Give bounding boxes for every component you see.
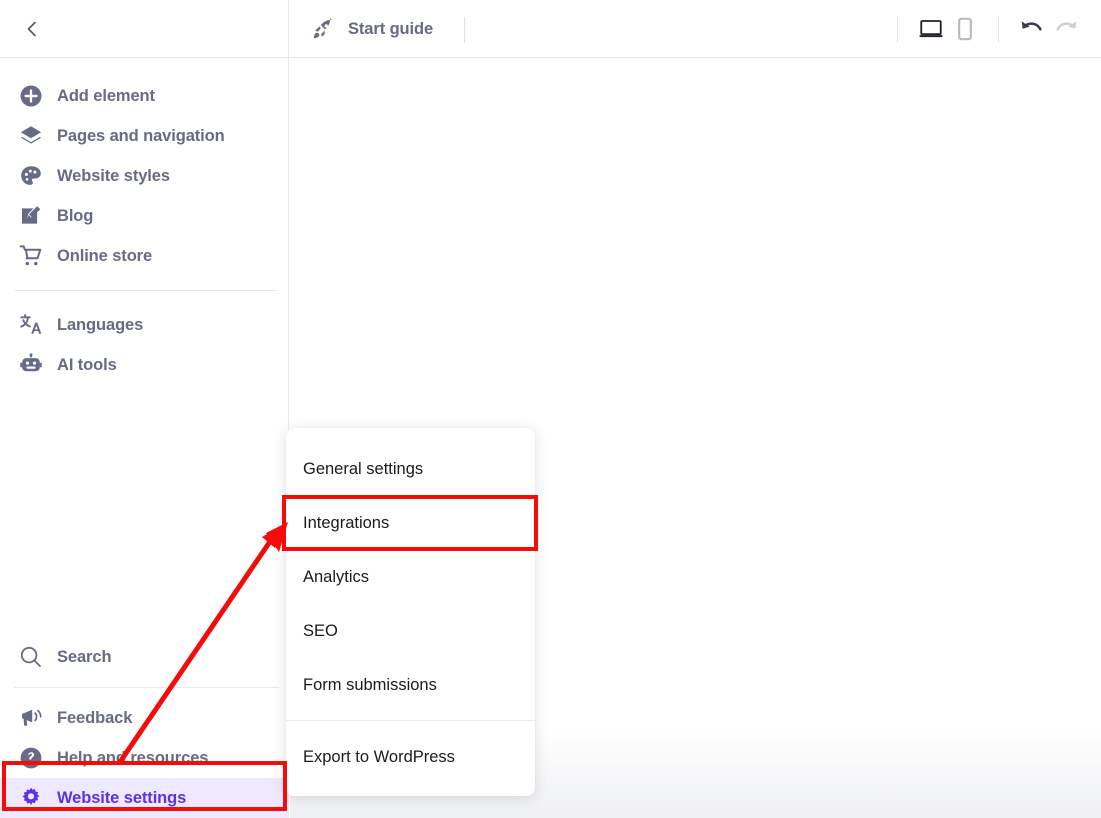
rocket-icon (309, 16, 335, 42)
menu-divider (286, 720, 535, 721)
sidebar-item-label: Help and resources (57, 749, 208, 768)
toolbar-separator (998, 16, 999, 42)
pencil-square-icon (18, 203, 44, 229)
sidebar-item-search[interactable]: Search (0, 637, 289, 677)
toolbar-separator (464, 17, 465, 43)
left-sidebar: Add element Pages and navigation (0, 0, 289, 818)
shopping-cart-icon (18, 243, 44, 269)
palette-icon (18, 163, 44, 189)
sidebar-item-website-settings[interactable]: Website settings (0, 778, 289, 818)
sidebar-item-add-element[interactable]: Add element (0, 76, 288, 116)
sidebar-item-pages-and-navigation[interactable]: Pages and navigation (0, 116, 288, 156)
layers-icon (18, 123, 44, 149)
sidebar-item-label: Website settings (57, 789, 186, 808)
chevron-left-icon[interactable] (20, 17, 44, 41)
sidebar-item-label: Pages and navigation (57, 127, 225, 146)
menu-item-analytics[interactable]: Analytics (286, 550, 535, 604)
start-guide-button[interactable]: Start guide (309, 13, 433, 45)
sidebar-item-label: Blog (57, 207, 93, 226)
sidebar-secondary-nav: Search Feedback (0, 637, 289, 818)
start-guide-label: Start guide (348, 20, 433, 39)
sidebar-item-feedback[interactable]: Feedback (0, 698, 289, 738)
app-root: Add element Pages and navigation (0, 0, 1101, 818)
sidebar-divider (14, 290, 278, 291)
menu-item-form-submissions[interactable]: Form submissions (286, 658, 535, 712)
sidebar-item-languages[interactable]: Languages (0, 305, 288, 345)
sidebar-item-label: Online store (57, 247, 152, 266)
toolbar-right-group (881, 0, 1083, 58)
menu-item-integrations[interactable]: Integrations (286, 496, 535, 550)
sidebar-item-blog[interactable]: Blog (0, 196, 288, 236)
sidebar-item-label: Website styles (57, 167, 170, 186)
sidebar-divider (14, 687, 279, 688)
toolbar-separator (897, 16, 898, 42)
desktop-monitor-icon[interactable] (914, 12, 948, 46)
menu-item-general-settings[interactable]: General settings (286, 442, 535, 496)
sidebar-item-label: Add element (57, 87, 155, 106)
gear-icon (18, 785, 44, 811)
sidebar-item-label: AI tools (57, 356, 117, 375)
menu-item-export-to-wordpress[interactable]: Export to WordPress (286, 730, 535, 784)
sidebar-item-online-store[interactable]: Online store (0, 236, 288, 276)
translate-icon (18, 312, 44, 338)
megaphone-icon (18, 705, 44, 731)
sidebar-item-label: Languages (57, 316, 143, 335)
plus-circle-icon (18, 83, 44, 109)
menu-item-seo[interactable]: SEO (286, 604, 535, 658)
undo-arrow-icon[interactable] (1015, 12, 1049, 46)
redo-arrow-icon[interactable] (1049, 12, 1083, 46)
question-circle-icon (18, 745, 44, 771)
search-icon (18, 644, 44, 670)
sidebar-header (0, 0, 288, 58)
sidebar-item-label: Feedback (57, 709, 132, 728)
website-settings-dropdown: General settings Integrations Analytics … (286, 428, 535, 796)
sidebar-item-help-and-resources[interactable]: Help and resources (0, 738, 289, 778)
sidebar-item-label: Search (57, 648, 111, 667)
top-toolbar: Start guide (289, 0, 1101, 58)
sidebar-primary-nav: Add element Pages and navigation (0, 58, 288, 385)
robot-icon (18, 352, 44, 378)
mobile-phone-icon[interactable] (948, 12, 982, 46)
sidebar-item-website-styles[interactable]: Website styles (0, 156, 288, 196)
sidebar-item-ai-tools[interactable]: AI tools (0, 345, 288, 385)
